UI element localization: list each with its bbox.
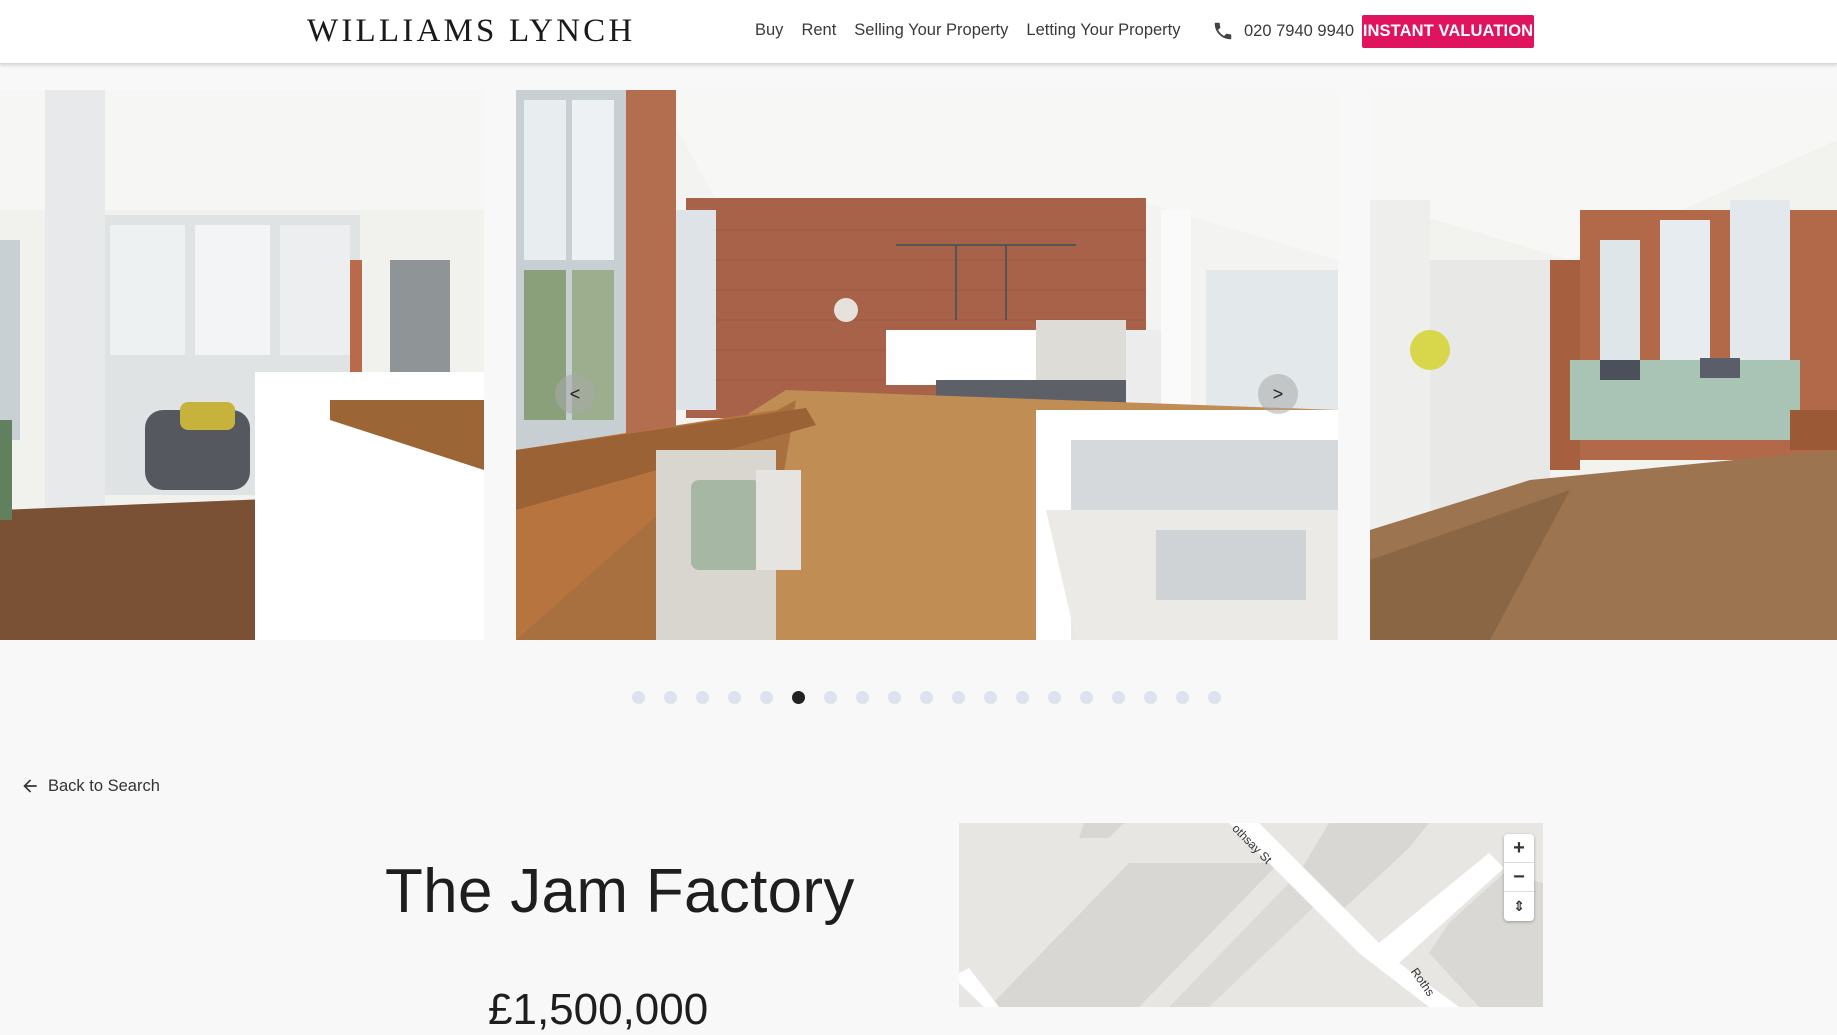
back-to-search-link[interactable]: Back to Search [20,776,160,796]
zoom-out-button[interactable]: − [1504,863,1534,892]
carousel-dot[interactable] [1016,691,1029,704]
property-price: £1,500,000 [488,985,709,1034]
chevron-right-icon: > [1272,383,1284,404]
carousel-dot[interactable] [760,691,773,704]
carousel-dot[interactable] [888,691,901,704]
nav-selling[interactable]: Selling Your Property [854,21,1008,40]
photo-carousel[interactable]: < > [0,90,1837,640]
chevron-left-icon: < [569,383,581,404]
property-photo [0,90,484,640]
carousel-dot[interactable] [1144,691,1157,704]
carousel-dot[interactable] [920,691,933,704]
carousel-slide-current[interactable] [516,90,1338,640]
carousel-dot[interactable] [1112,691,1125,704]
carousel-dot[interactable] [984,691,997,704]
phone-number: 020 7940 9940 [1244,21,1355,40]
carousel-dot[interactable] [728,691,741,704]
property-photo [1370,90,1837,640]
main-nav: Buy Rent Selling Your Property Letting Y… [755,21,1199,40]
phone-link[interactable]: 020 7940 9940 [1212,20,1354,42]
carousel-slide-previous[interactable] [0,90,484,640]
instant-valuation-button[interactable]: INSTANT VALUATION [1362,15,1534,48]
property-map[interactable]: othsay St Roths + − ⇕ [959,823,1543,1007]
carousel-dot[interactable] [1048,691,1061,704]
carousel-slide-next[interactable] [1370,90,1837,640]
zoom-in-button[interactable]: + [1504,834,1534,863]
arrow-left-icon [23,779,37,793]
carousel-dot[interactable] [632,691,645,704]
carousel-pagination [632,691,1240,704]
carousel-next-button[interactable]: > [1258,374,1298,414]
site-header: WILLIAMS LYNCH Buy Rent Selling Your Pro… [0,0,1837,64]
carousel-dot[interactable] [1080,691,1093,704]
phone-icon [1214,22,1232,40]
carousel-dot[interactable] [696,691,709,704]
nav-rent[interactable]: Rent [801,21,836,40]
nav-buy[interactable]: Buy [755,21,783,40]
carousel-dot[interactable] [824,691,837,704]
map-zoom-controls: + − ⇕ [1504,834,1534,921]
carousel-dot[interactable] [792,691,805,704]
property-photo [516,90,1338,640]
carousel-dot[interactable] [856,691,869,704]
carousel-dot[interactable] [1176,691,1189,704]
carousel-prev-button[interactable]: < [555,374,595,414]
property-title: The Jam Factory [385,857,855,926]
brand-logo[interactable]: WILLIAMS LYNCH [307,13,635,50]
carousel-dot[interactable] [952,691,965,704]
carousel-dot[interactable] [1208,691,1221,704]
nav-letting[interactable]: Letting Your Property [1026,21,1180,40]
compass-reset-button[interactable]: ⇕ [1504,892,1534,921]
back-to-search-label: Back to Search [48,776,160,795]
carousel-dot[interactable] [664,691,677,704]
